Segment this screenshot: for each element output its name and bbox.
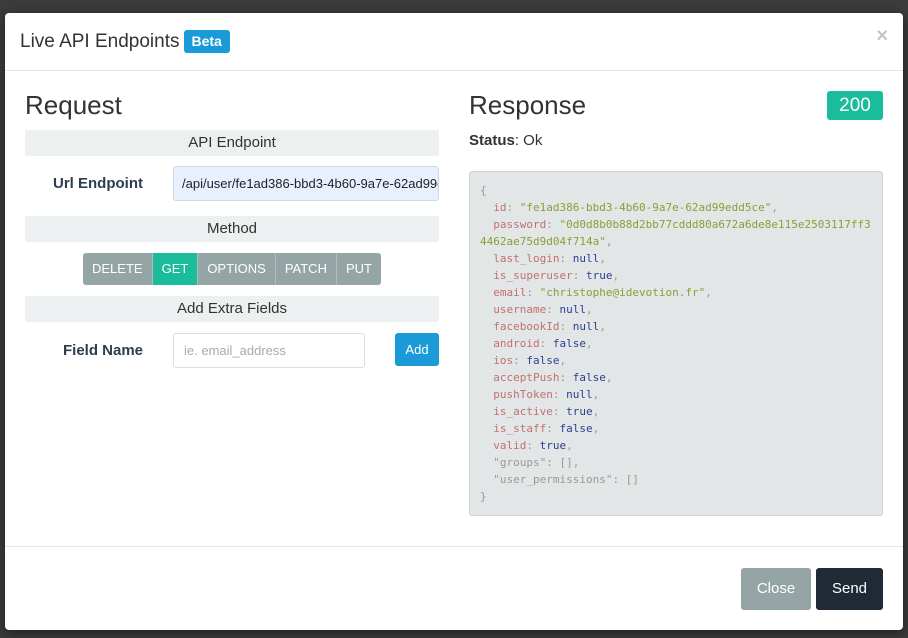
status-label: Status <box>469 132 515 149</box>
method-button-group: DELETE GET OPTIONS PATCH PUT <box>83 253 381 285</box>
json-key: android <box>493 337 540 350</box>
close-icon[interactable]: × <box>876 25 888 48</box>
modal-title-text: Live API Endpoints <box>20 30 180 52</box>
modal-title: Live API Endpoints Beta <box>20 30 230 53</box>
json-value: false <box>526 354 560 367</box>
json-value: null <box>572 320 600 333</box>
method-delete-button[interactable]: DELETE <box>83 253 153 285</box>
json-value: true <box>539 439 567 452</box>
json-key: id <box>493 201 507 214</box>
url-endpoint-label: Url Endpoint <box>53 175 143 192</box>
json-value: null <box>559 303 586 316</box>
modal-header: Live API Endpoints Beta × <box>5 13 903 71</box>
method-section-label: Method <box>25 216 439 242</box>
json-key: is_superuser <box>493 269 573 282</box>
json-value: [] <box>559 456 573 469</box>
json-key: last_login <box>493 252 560 265</box>
request-heading: Request <box>25 90 122 120</box>
json-key: "groups" <box>493 456 547 469</box>
json-field-row: acceptPush: false, <box>493 371 613 384</box>
json-value: null <box>566 388 593 401</box>
json-key: is_active <box>493 405 553 418</box>
json-value: false <box>559 422 593 435</box>
json-value: true <box>566 405 593 418</box>
extra-fields-section-label: Add Extra Fields <box>25 296 439 322</box>
json-value: false <box>572 371 606 384</box>
json-key: username <box>493 303 547 316</box>
json-value: false <box>552 337 586 350</box>
json-field-row: is_active: true, <box>493 405 600 418</box>
response-json-viewer: { id: "fe1ad386-bbd3-4b60-9a7e-62ad99edd… <box>469 171 883 516</box>
field-name-label: Field Name <box>63 342 144 359</box>
json-field-row: is_superuser: true, <box>493 269 620 282</box>
method-options-button[interactable]: OPTIONS <box>198 253 276 285</box>
json-key: is_staff <box>493 422 547 435</box>
json-open-brace: { <box>480 184 487 197</box>
status-code-badge: 200 <box>827 91 883 120</box>
json-field-row: "user_permissions": [] <box>493 473 639 486</box>
modal-footer: Close Send <box>5 546 903 630</box>
method-put-button[interactable]: PUT <box>336 253 381 285</box>
json-value: "christophe@idevotion.fr" <box>539 286 706 299</box>
json-value: [] <box>625 473 639 486</box>
json-key: "user_permissions" <box>493 473 613 486</box>
beta-badge: Beta <box>183 30 230 53</box>
json-key: password <box>493 218 547 231</box>
api-endpoint-section-label: API Endpoint <box>25 130 439 156</box>
field-name-input[interactable] <box>173 333 365 368</box>
status-line: Status: Ok <box>469 132 542 149</box>
json-field-row: is_staff: false, <box>493 422 600 435</box>
json-field-row: password: "0d0d8b0b88d2bb77cddd80a672a6d… <box>480 218 871 248</box>
json-field-row: username: null, <box>493 303 593 316</box>
response-heading: Response <box>469 90 587 120</box>
api-endpoint-modal: Live API Endpoints Beta × Request API En… <box>5 13 903 630</box>
json-value: null <box>572 252 600 265</box>
add-field-button[interactable]: Add <box>395 333 439 366</box>
json-field-row: pushToken: null, <box>493 388 600 401</box>
json-key: pushToken <box>493 388 553 401</box>
json-field-row: facebookId: null, <box>493 320 606 333</box>
json-close-brace: } <box>480 490 487 503</box>
method-patch-button[interactable]: PATCH <box>275 253 337 285</box>
json-field-row: "groups": [], <box>493 456 580 469</box>
json-value: true <box>585 269 613 282</box>
json-field-row: android: false, <box>493 337 593 350</box>
close-button[interactable]: Close <box>741 568 811 610</box>
json-field-row: valid: true, <box>493 439 573 452</box>
json-key: facebookId <box>493 320 560 333</box>
json-fields: id: "fe1ad386-bbd3-4b60-9a7e-62ad99edd5c… <box>480 199 872 488</box>
method-get-button[interactable]: GET <box>152 253 199 285</box>
json-field-row: last_login: null, <box>493 252 606 265</box>
send-button[interactable]: Send <box>816 568 883 610</box>
json-key: email <box>493 286 527 299</box>
json-field-row: id: "fe1ad386-bbd3-4b60-9a7e-62ad99edd5c… <box>493 201 779 214</box>
json-key: acceptPush <box>493 371 560 384</box>
json-field-row: ios: false, <box>493 354 567 367</box>
json-field-row: email: "christophe@idevotion.fr", <box>493 286 712 299</box>
json-value: "fe1ad386-bbd3-4b60-9a7e-62ad99edd5ce" <box>519 201 772 214</box>
json-key: ios <box>493 354 514 367</box>
json-key: valid <box>493 439 527 452</box>
status-text: : Ok <box>514 132 543 149</box>
url-endpoint-input[interactable]: /api/user/fe1ad386-bbd3-4b60-9a7e-62ad99… <box>173 166 439 201</box>
